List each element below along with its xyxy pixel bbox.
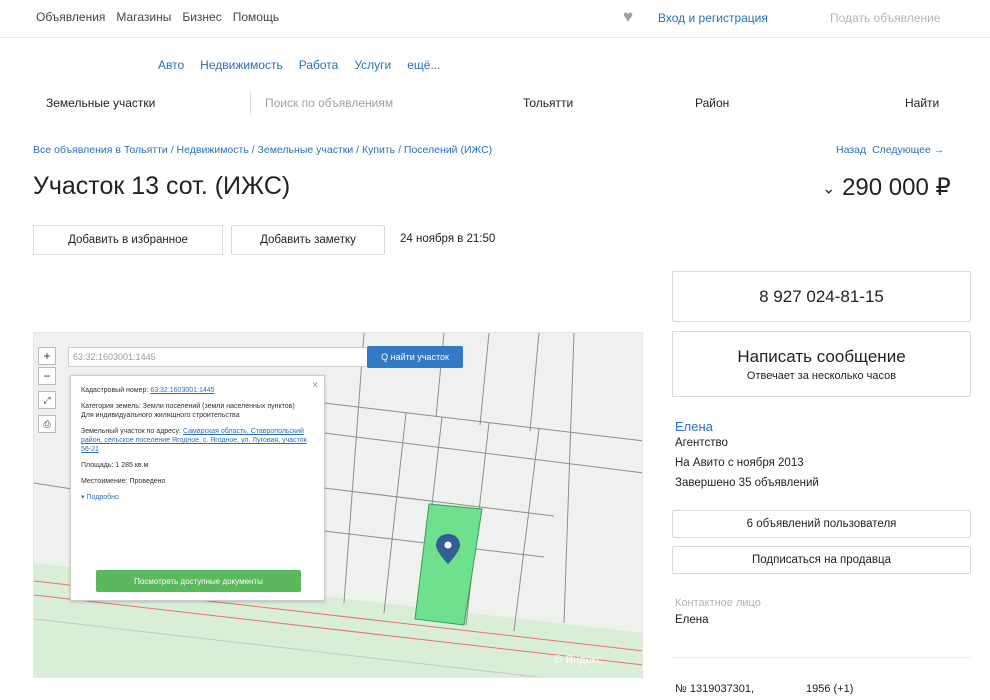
breadcrumb[interactable]: Все объявления в Тольятти / Недвижимость… [33, 144, 492, 156]
address-row: Земельный участок по адресу: Самарская о… [81, 427, 314, 454]
cadastral-link[interactable]: 63:32:1603001:1445 [150, 387, 214, 394]
top-navigation: Объявления Магазины Бизнес Помощь ♥ Вход… [0, 0, 990, 38]
nav-business[interactable]: Бизнес [182, 10, 221, 24]
write-message-label: Написать сообщение [737, 346, 906, 366]
seller-name-link[interactable]: Елена [675, 419, 713, 434]
land-usage: Для индивидуального жилищного строительс… [81, 412, 240, 419]
zoom-out-button[interactable]: − [38, 367, 56, 385]
nav-help[interactable]: Помощь [233, 10, 279, 24]
nav-shops[interactable]: Магазины [116, 10, 171, 24]
print-icon[interactable]: ⎙ [38, 415, 56, 433]
price-value: 290 000 ₽ [842, 174, 951, 201]
land-category-row: Категория земель: Земли поселений (земли… [81, 402, 314, 420]
search-category-select[interactable]: Земельные участки [46, 96, 155, 110]
category-realty[interactable]: Недвижимость [200, 58, 283, 72]
search-divider [250, 91, 251, 115]
close-icon[interactable]: × [312, 380, 318, 391]
response-time: Отвечает за несколько часов [746, 369, 897, 382]
seller-completed: Завершено 35 объявлений [675, 477, 819, 489]
category-auto[interactable]: Авто [158, 58, 184, 72]
address-label: Земельный участок по адресу: [81, 428, 181, 435]
zoom-in-button[interactable]: + [38, 347, 56, 365]
nav-ads[interactable]: Объявления [36, 10, 105, 24]
ad-number: № 1319037301, [675, 683, 755, 695]
add-note-button[interactable]: Добавить заметку [231, 225, 385, 255]
view-count: 1956 (+1) [806, 683, 854, 695]
more-details-link[interactable]: ▾ Подробно [81, 493, 314, 501]
post-ad-button[interactable]: Подать объявление [830, 11, 940, 25]
category-services[interactable]: Услуги [354, 58, 391, 72]
search-input[interactable]: Поиск по объявлениям [265, 96, 393, 110]
map-search-input[interactable]: 63:32:1603001:1445 [68, 347, 368, 367]
contact-person-name: Елена [675, 614, 709, 626]
contact-person-label: Контактное лицо [675, 597, 761, 609]
prev-next-nav: Назад Следующее → [836, 144, 944, 156]
favorites-heart-icon[interactable]: ♥ [623, 8, 641, 25]
seller-since: На Авито с ноября 2013 [675, 457, 804, 469]
category-more[interactable]: ещё... [407, 58, 440, 72]
next-link[interactable]: Следующее → [872, 144, 944, 156]
land-category-label: Категория земель: [81, 403, 141, 410]
back-link[interactable]: Назад [836, 144, 866, 156]
map-watermark: © Яндекс [554, 654, 603, 666]
page-title: Участок 13 сот. (ИЖС) [33, 172, 291, 200]
category-jobs[interactable]: Работа [299, 58, 339, 72]
parcel-info-popup: × Кадастровый номер: 63:32:1603001:1445 … [70, 375, 325, 601]
region-select[interactable]: Район [695, 96, 729, 110]
layer-row: Местоимение: Проведено [81, 478, 166, 485]
top-nav-links: Объявления Магазины Бизнес Помощь [36, 10, 279, 24]
cadastral-map[interactable]: © Яндекс + − ⤢ ⎙ 63:32:1603001:1445 Q на… [33, 332, 643, 678]
category-links: Авто Недвижимость Работа Услуги ещё... [158, 58, 440, 72]
write-message-button[interactable]: Написать сообщение Отвечает за несколько… [672, 331, 971, 397]
price: ⌄ 290 000 ₽ [822, 173, 951, 202]
fullscreen-icon[interactable]: ⤢ [38, 391, 56, 409]
user-ads-button[interactable]: 6 объявлений пользователя [672, 510, 971, 538]
login-link[interactable]: Вход и регистрация [658, 11, 768, 25]
view-documents-button[interactable]: Посмотреть доступные документы [96, 570, 301, 592]
find-button[interactable]: Найти [905, 96, 939, 110]
seller-type: Агентство [675, 437, 728, 449]
add-to-favorites-button[interactable]: Добавить в избранное [33, 225, 223, 255]
subscribe-seller-button[interactable]: Подписаться на продавца [672, 546, 971, 574]
search-bar: Земельные участки Поиск по объявлениям Т… [33, 88, 963, 118]
phone-button[interactable]: 8 927 024-81-15 [672, 271, 971, 322]
map-selected-parcel [414, 503, 483, 626]
post-date: 24 ноября в 21:50 [400, 233, 496, 245]
price-dropdown-icon[interactable]: ⌄ [822, 181, 835, 198]
cadastral-label: Кадастровый номер: [81, 387, 149, 394]
find-parcel-button[interactable]: Q найти участок [367, 346, 463, 368]
city-select[interactable]: Тольятти [523, 96, 573, 110]
land-category-value: Земли поселений (земли населенных пункто… [142, 403, 295, 410]
area-row: Площадь: 1 285 кв.м [81, 462, 149, 469]
divider [672, 657, 971, 658]
cadastral-row: Кадастровый номер: 63:32:1603001:1445 [81, 386, 314, 395]
